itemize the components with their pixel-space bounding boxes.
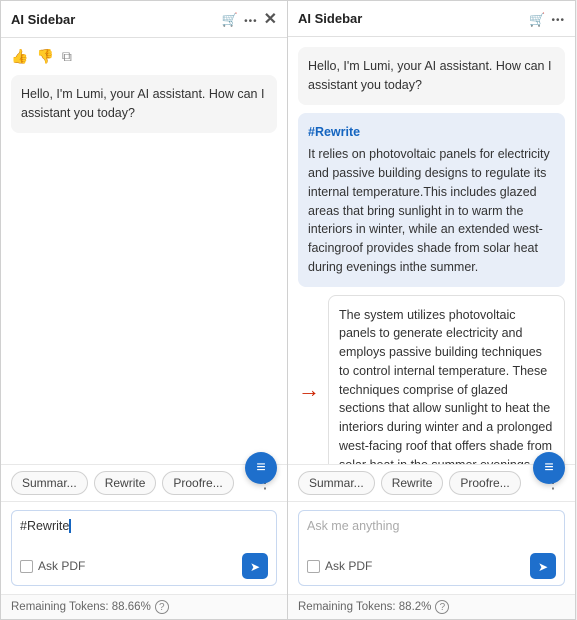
send-button-right[interactable]	[530, 553, 556, 579]
ask-pdf-right[interactable]: Ask PDF	[307, 559, 372, 573]
copy-icon[interactable]: ⧉	[62, 48, 72, 65]
help-icon-right[interactable]: ?	[435, 600, 449, 614]
help-icon-left[interactable]: ?	[155, 600, 169, 614]
rewrite-button-right[interactable]: Rewrite	[381, 471, 444, 495]
doc-fab-right[interactable]	[533, 452, 565, 484]
assistant-greeting-left: Hello, I'm Lumi, your AI assistant. How …	[11, 75, 277, 133]
right-remaining-tokens: Remaining Tokens: 88.2% ?	[288, 594, 575, 619]
right-panel: AI Sidebar Hello, I'm Lumi, your AI assi…	[288, 0, 576, 620]
close-icon[interactable]: ✕	[264, 9, 277, 29]
send-icon-left	[250, 559, 260, 574]
rewrite-tag: #Rewrite	[308, 123, 555, 142]
left-remaining-tokens: Remaining Tokens: 88.66% ?	[1, 594, 287, 619]
right-input-area: Ask me anything Ask PDF	[288, 501, 575, 594]
left-chat-area: 👍 👎 ⧉ Hello, I'm Lumi, your AI assistant…	[1, 38, 287, 464]
proofread-button-left[interactable]: Proofre...	[162, 471, 233, 495]
like-icon[interactable]: 👍	[11, 48, 28, 65]
right-panel-title: AI Sidebar	[298, 11, 529, 26]
right-chat-area: Hello, I'm Lumi, your AI assistant. How …	[288, 37, 575, 464]
summarize-button-right[interactable]: Summar...	[298, 471, 375, 495]
red-arrow-icon: →	[298, 377, 320, 403]
left-input-area: #Rewrite Ask PDF	[1, 501, 287, 594]
right-input-box[interactable]: Ask me anything Ask PDF	[298, 510, 565, 586]
assistant-greeting-right: Hello, I'm Lumi, your AI assistant. How …	[298, 47, 565, 105]
arrow-row: → The system utilizes photovoltaic panel…	[298, 295, 565, 465]
summarize-button-left[interactable]: Summar...	[11, 471, 88, 495]
right-header-icons	[529, 11, 565, 26]
message-actions: 👍 👎 ⧉	[11, 48, 277, 65]
doc-fab-icon-left	[256, 459, 265, 477]
right-input-text[interactable]: Ask me anything	[307, 517, 556, 547]
cart-icon-right[interactable]	[529, 12, 545, 26]
left-input-text[interactable]: #Rewrite	[20, 517, 268, 547]
left-input-box[interactable]: #Rewrite Ask PDF	[11, 510, 277, 586]
right-input-footer: Ask PDF	[307, 553, 556, 579]
rewrite-button-left[interactable]: Rewrite	[94, 471, 157, 495]
left-panel-title: AI Sidebar	[11, 12, 222, 27]
send-icon-right	[538, 559, 548, 574]
ask-pdf-checkbox-left[interactable]	[20, 560, 33, 573]
rewrite-block: #Rewrite It relies on photovoltaic panel…	[298, 113, 565, 287]
ask-pdf-left[interactable]: Ask PDF	[20, 559, 85, 573]
left-cursor	[69, 519, 71, 533]
doc-fab-left[interactable]	[245, 452, 277, 484]
proofread-button-right[interactable]: Proofre...	[449, 471, 520, 495]
left-header-icons: ✕	[222, 9, 277, 29]
dislike-icon[interactable]: 👎	[36, 48, 53, 65]
doc-fab-icon-right	[544, 459, 553, 477]
ask-pdf-checkbox-right[interactable]	[307, 560, 320, 573]
right-panel-header: AI Sidebar	[288, 1, 575, 37]
left-panel: AI Sidebar ✕ 👍 👎 ⧉ Hello, I'm Lumi, your…	[0, 0, 288, 620]
rewrite-result: The system utilizes photovoltaic panels …	[328, 295, 565, 465]
right-quick-buttons: Summar... Rewrite Proofre... ⋮	[288, 464, 575, 501]
left-panel-header: AI Sidebar ✕	[1, 1, 287, 38]
left-input-footer: Ask PDF	[20, 553, 268, 579]
more-options-icon-right[interactable]	[551, 11, 565, 26]
more-options-icon[interactable]	[244, 12, 258, 27]
send-button-left[interactable]	[242, 553, 268, 579]
cart-icon[interactable]	[222, 12, 238, 26]
